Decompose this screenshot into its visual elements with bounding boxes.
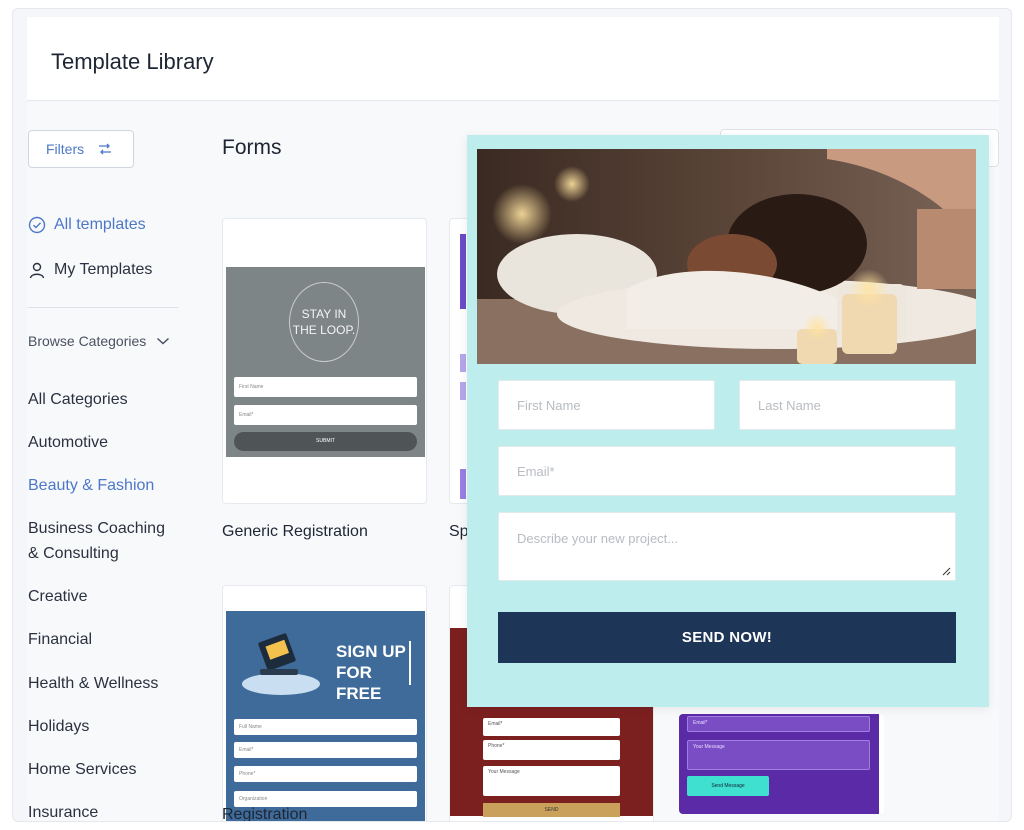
- preview-field: Phone*: [483, 740, 620, 760]
- preview-strip: [460, 354, 466, 372]
- preview-field: Organization: [234, 791, 417, 807]
- page-title: Template Library: [51, 49, 214, 74]
- preview-field: Full Name: [234, 719, 417, 735]
- laptop-mail-icon: [258, 633, 298, 675]
- category-financial[interactable]: Financial: [28, 627, 92, 652]
- filters-button[interactable]: Filters: [28, 130, 134, 168]
- sidebar-item-label: All templates: [54, 216, 146, 233]
- preview-field: Email*: [483, 718, 620, 736]
- sidebar-item-all-templates[interactable]: All templates: [28, 216, 146, 234]
- template-card-5[interactable]: Email* Your Message Send Message: [679, 714, 884, 814]
- preview-field: Phone*: [234, 766, 417, 782]
- preview-headline: SIGN UP FOR FREE: [336, 642, 406, 703]
- preview-button: SEND: [483, 803, 620, 817]
- card-title: Registration: [222, 806, 308, 822]
- headline-bar: [409, 641, 411, 685]
- category-health-wellness[interactable]: Health & Wellness: [28, 671, 158, 696]
- check-circle-icon: [28, 216, 46, 234]
- spa-form-preview: First Name Last Name Email* Describe you…: [467, 135, 989, 707]
- card-preview: STAY IN THE LOOP. First Name Email* SUBM…: [226, 267, 425, 457]
- preview-strip: [460, 469, 466, 499]
- category-all-categories[interactable]: All Categories: [28, 387, 128, 412]
- sidebar-divider: [28, 307, 178, 308]
- header: Template Library: [27, 17, 999, 101]
- category-automotive[interactable]: Automotive: [28, 430, 108, 455]
- chevron-down-icon: [157, 337, 170, 345]
- preview-field: Email*: [687, 716, 870, 732]
- sidebar-item-my-templates[interactable]: My Templates: [28, 261, 152, 279]
- sliders-icon: [99, 143, 112, 155]
- send-now-button[interactable]: SEND NOW!: [498, 612, 956, 663]
- project-description-placeholder: Describe your new project...: [517, 531, 679, 546]
- filters-label: Filters: [46, 141, 85, 157]
- card-title: Generic Registration: [222, 523, 368, 540]
- template-card-generic-registration[interactable]: STAY IN THE LOOP. First Name Email* SUBM…: [222, 218, 427, 504]
- preview-button: Send Message: [687, 776, 769, 796]
- card-preview: SIGN UP FOR FREE Full Name Email* Phone*…: [226, 611, 425, 821]
- preview-field: Email*: [234, 405, 417, 425]
- category-creative[interactable]: Creative: [28, 584, 88, 609]
- last-name-field[interactable]: Last Name: [739, 380, 956, 430]
- email-field[interactable]: Email*: [498, 446, 956, 496]
- sidebar-item-label: My Templates: [54, 261, 153, 278]
- resize-handle-icon[interactable]: [941, 566, 951, 576]
- preview-strip: [460, 234, 466, 309]
- section-title: Forms: [222, 136, 282, 159]
- first-name-field[interactable]: First Name: [498, 380, 715, 430]
- category-holidays[interactable]: Holidays: [28, 714, 89, 739]
- preview-strip: [460, 382, 466, 400]
- preview-field: First Name: [234, 377, 417, 397]
- template-card-registration[interactable]: SIGN UP FOR FREE Full Name Email* Phone*…: [222, 585, 427, 821]
- category-insurance[interactable]: Insurance: [28, 800, 98, 821]
- category-business-coaching[interactable]: Business Coaching & Consulting: [28, 516, 178, 566]
- preview-field: Your Message: [687, 740, 870, 770]
- preview-headline: STAY IN THE LOOP.: [289, 282, 359, 362]
- preview-field: Your Message: [483, 766, 620, 796]
- browse-categories-label: Browse Categories: [28, 333, 147, 349]
- category-beauty-fashion[interactable]: Beauty & Fashion: [28, 473, 154, 498]
- preview-field: Email*: [234, 742, 417, 758]
- spa-massage-image: [477, 149, 976, 364]
- user-icon: [29, 262, 45, 279]
- browse-categories-toggle[interactable]: Browse Categories: [28, 333, 170, 349]
- project-description-textarea[interactable]: Describe your new project...: [498, 512, 956, 581]
- category-home-services[interactable]: Home Services: [28, 757, 136, 782]
- card-title: Sp: [449, 523, 469, 540]
- preview-button: SUBMIT: [234, 432, 417, 451]
- card-preview: Email* Your Message Send Message: [679, 714, 879, 814]
